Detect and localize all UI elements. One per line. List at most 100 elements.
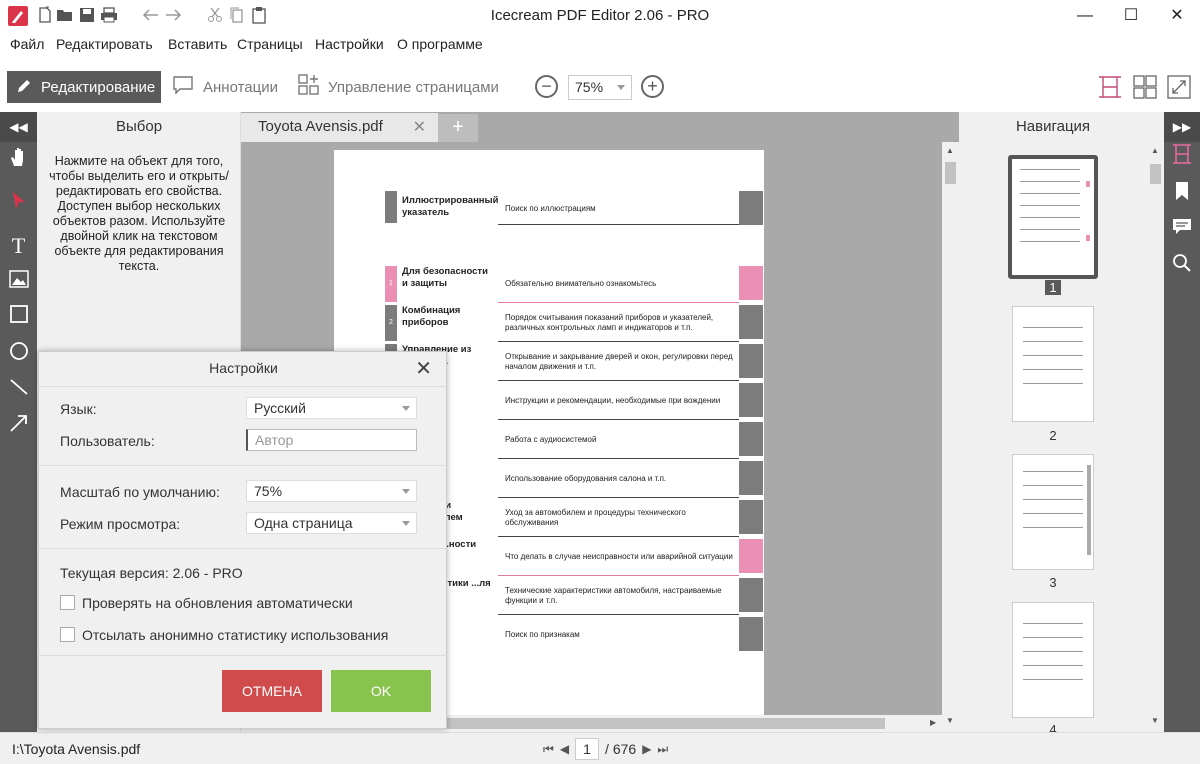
prev-page-icon[interactable]: ◀: [560, 742, 569, 756]
toc-section[interactable]: Иллюстрированный указатель Поиск по иллю…: [385, 191, 763, 229]
toc-section-title: Комбинация приборов: [402, 305, 461, 328]
page-number-input[interactable]: 1: [575, 738, 600, 760]
last-page-icon[interactable]: ⏭: [657, 742, 668, 757]
divider: [498, 224, 739, 225]
page-thumbnail[interactable]: [1012, 602, 1094, 718]
view-mode-value: Одна страница: [254, 515, 353, 531]
select-tool-icon[interactable]: [0, 188, 37, 222]
toc-section[interactable]: 2 Комбинация приборов Порядок считывания…: [385, 305, 763, 343]
maximize-button[interactable]: ☐: [1108, 0, 1154, 32]
scroll-up-icon[interactable]: ▲: [946, 146, 954, 155]
first-page-icon[interactable]: ⏮: [543, 742, 554, 757]
page-navigator: ⏮ ◀ 1 / 676 ▶ ⏭: [543, 738, 668, 760]
zoom-in-button[interactable]: +: [641, 75, 664, 98]
comment-icon: [172, 75, 194, 99]
mode-pages-button[interactable]: Управление страницами: [298, 71, 499, 103]
hand-tool-icon[interactable]: [0, 145, 37, 179]
section-tab-marker: [739, 539, 763, 573]
menu-about[interactable]: О программе: [397, 36, 483, 52]
divider: [498, 497, 739, 498]
next-page-icon[interactable]: ▶: [642, 742, 651, 756]
tab-document[interactable]: Toyota Avensis.pdf ✕: [241, 113, 438, 142]
page-thumbnail[interactable]: [1008, 155, 1098, 279]
page-number-2: 2: [1049, 428, 1057, 443]
collapse-right-icon[interactable]: ▶▶: [1164, 112, 1200, 142]
mode-annotations-button[interactable]: Аннотации: [172, 71, 278, 103]
thumb-mark: [1087, 465, 1091, 555]
fullscreen-icon[interactable]: [1167, 75, 1191, 102]
thumb-mark: [1086, 235, 1090, 241]
thumb-line: [1023, 623, 1083, 624]
thumb-line: [1020, 241, 1080, 242]
language-select[interactable]: Русский: [246, 397, 417, 419]
scroll-thumb[interactable]: [447, 718, 885, 729]
arrow-tool-icon[interactable]: [0, 410, 37, 444]
view-mode-select[interactable]: Одна страница: [246, 512, 417, 534]
zoom-select[interactable]: 75%: [568, 75, 632, 100]
pages-panel-icon[interactable]: [1164, 143, 1200, 179]
selection-panel-title: Выбор: [115, 118, 163, 135]
rectangle-tool-icon[interactable]: [0, 301, 37, 335]
toc-section-desc: Инструкции и рекомендации, необходимые п…: [505, 396, 721, 405]
page-number-4: 4: [1049, 722, 1057, 732]
close-window-button[interactable]: ✕: [1154, 0, 1200, 32]
thumb-line: [1023, 651, 1083, 652]
minimize-button[interactable]: —: [1062, 0, 1108, 32]
comments-icon[interactable]: [1164, 215, 1200, 251]
scroll-up-icon[interactable]: ▲: [1151, 146, 1159, 155]
scroll-down-icon[interactable]: ▼: [1151, 716, 1159, 725]
menu-settings[interactable]: Настройки: [315, 36, 384, 52]
chevron-down-icon: [402, 489, 410, 494]
image-tool-icon[interactable]: [0, 265, 37, 299]
scroll-thumb[interactable]: [1150, 164, 1161, 184]
menu-pages[interactable]: Страницы: [237, 36, 303, 52]
close-tab-icon[interactable]: ✕: [413, 117, 426, 137]
mode-pages-label: Управление страницами: [328, 78, 499, 96]
send-stats-checkbox[interactable]: [60, 627, 75, 642]
page-number-3: 3: [1049, 575, 1057, 590]
user-input[interactable]: Автор: [246, 429, 417, 451]
chevron-down-icon: [617, 85, 625, 90]
ok-button[interactable]: OK: [331, 670, 431, 712]
document-vertical-scrollbar[interactable]: ▲ ▼: [942, 142, 959, 732]
page-thumbnail[interactable]: [1012, 306, 1094, 422]
toc-section-desc: Поиск по иллюстрациям: [505, 204, 596, 213]
zoom-out-button[interactable]: −: [535, 75, 558, 98]
mode-edit-button[interactable]: Редактирование: [7, 71, 161, 103]
section-tab-marker: [739, 383, 763, 417]
default-zoom-select[interactable]: 75%: [246, 480, 417, 502]
scroll-down-icon[interactable]: ▼: [946, 716, 954, 725]
tab-document-label: Toyota Avensis.pdf: [258, 118, 383, 135]
scroll-right-icon[interactable]: ▶: [930, 718, 936, 727]
bookmark-icon[interactable]: [1164, 179, 1200, 215]
line-tool-icon[interactable]: [0, 374, 37, 408]
navigation-scrollbar[interactable]: ▲ ▼: [1147, 142, 1164, 732]
cancel-button[interactable]: ОТМЕНА: [222, 670, 322, 712]
single-page-view-icon[interactable]: [1098, 75, 1122, 102]
toc-section-desc: Технические характеристики автомобиля, н…: [505, 586, 722, 605]
chevron-down-icon: [402, 406, 410, 411]
thumb-line: [1023, 327, 1083, 328]
menu-insert[interactable]: Вставить: [168, 36, 227, 52]
new-tab-button[interactable]: +: [438, 114, 478, 142]
divider: [39, 655, 448, 656]
page-thumbnail[interactable]: [1012, 454, 1094, 570]
two-page-view-icon[interactable]: [1133, 75, 1157, 102]
file-path: I:\Toyota Avensis.pdf: [12, 741, 141, 757]
navigation-title: Навигация: [1015, 118, 1091, 135]
send-stats-label: Отсылать анонимно статистику использован…: [82, 627, 389, 643]
scroll-thumb[interactable]: [945, 162, 956, 184]
section-tab-marker: [739, 578, 763, 612]
collapse-left-icon[interactable]: ◀◀: [0, 112, 37, 142]
check-updates-checkbox[interactable]: [60, 595, 75, 610]
close-icon[interactable]: ✕: [415, 356, 432, 381]
search-icon[interactable]: [1164, 251, 1200, 287]
menu-file[interactable]: Файл: [10, 36, 44, 52]
view-mode-label: Режим просмотра:: [60, 516, 181, 532]
thumb-line: [1020, 205, 1080, 206]
toc-section[interactable]: 1 Для безопасности и защиты Обязательно …: [385, 266, 763, 304]
text-tool-icon[interactable]: T: [0, 229, 37, 263]
menu-edit[interactable]: Редактировать: [56, 36, 153, 52]
selection-help-text: Нажмите на объект для того, чтобы выдели…: [49, 154, 229, 273]
ellipse-tool-icon[interactable]: [0, 338, 37, 372]
